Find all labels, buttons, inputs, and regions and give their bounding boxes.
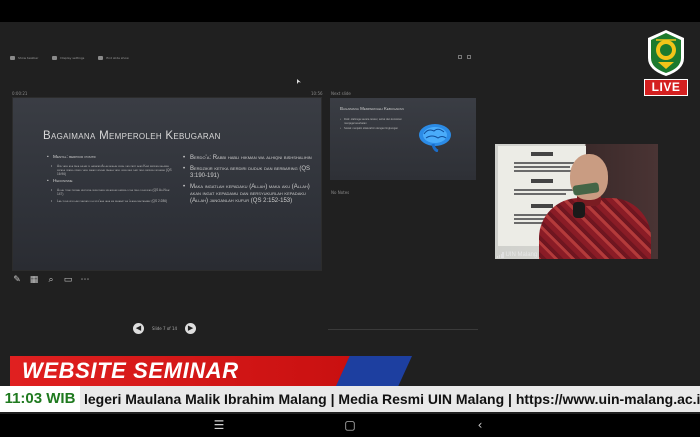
home-icon[interactable]: ▢	[340, 418, 360, 432]
notes-area[interactable]	[328, 196, 480, 332]
webcam-label: UIN Malang	[497, 252, 537, 258]
news-ticker: 11:03 WIB legeri Maulana Malik Ibrahim M…	[0, 386, 700, 412]
slide-tools: ✎ ▦ ⌕ ▭ ⋯	[12, 275, 90, 285]
seminar-banner: WEBSITE SEMINAR	[10, 356, 413, 386]
taskbar-icon	[10, 56, 15, 60]
banner-title: WEBSITE SEMINAR	[22, 358, 239, 383]
slide-left-column: Mental: berpikir positif Apa yang ada pa…	[47, 155, 173, 206]
next-slide-bullets: Fisik: olahraga secara teratur, sehat da…	[340, 118, 410, 133]
divider	[328, 329, 478, 330]
next-slide-bullet: Fisik: olahraga secara teratur, sehat da…	[340, 118, 410, 125]
slide-sub-bullet: Laa yukallifullahu nafsan illa wus'aha l…	[47, 199, 173, 203]
uin-malang-logo	[648, 30, 684, 76]
end-show-icon	[98, 56, 104, 60]
all-slides-icon[interactable]: ▦	[29, 275, 39, 285]
speaker-shirt	[539, 198, 651, 259]
back-icon[interactable]: ‹	[470, 418, 490, 432]
recent-apps-icon[interactable]: ☰	[209, 418, 229, 432]
screen: Show taskbar Display settings End slide …	[0, 0, 700, 437]
presenter-clock: 10:56	[311, 91, 323, 96]
camera-toggle-icon[interactable]: ▭	[63, 275, 73, 285]
slide-pager: ◀ Slide 7 of 14 ▶	[133, 323, 197, 334]
brain-icon	[419, 124, 451, 152]
slide-sub-bullet: Allah tidak pernah menyiksa seseorang me…	[47, 188, 173, 196]
toolbar-label: Show taskbar	[18, 56, 39, 60]
slide-right-column: Berdo'a: Rabbi habli hikman wa alhiqni b…	[183, 155, 313, 209]
slide-bullet: Hedonisme	[47, 179, 173, 185]
toolbar-end-slide-show[interactable]: End slide show	[98, 56, 129, 60]
slide-bullet: Mental: berpikir positif	[47, 155, 173, 161]
webcam-feed: UIN Malang	[495, 144, 658, 259]
minimize-icon[interactable]	[458, 55, 462, 59]
notes-header: No Notes	[331, 190, 350, 195]
webcam-name: UIN Malang	[505, 252, 538, 258]
slide-title: Bagaimana Memperoleh Kebugaran	[43, 130, 221, 142]
slide-sub-bullet: Apa yang ada pada kalian di hadapan Alla…	[47, 164, 173, 177]
slide-bullet: Berdzikir ketika berdiri duduk dan berba…	[183, 166, 313, 180]
slide-bullet: Maka ingatlah kepadaku (Allah) maka aku …	[183, 184, 313, 205]
android-nav-bar: ☰ ▢ ‹	[0, 414, 700, 437]
presenter-toolbar: Show taskbar Display settings End slide …	[10, 52, 129, 64]
window-controls	[458, 55, 471, 59]
live-badge: LIVE	[644, 79, 688, 96]
next-slide-preview[interactable]: Bagaimana Memperoleh Kebugaran Fisik: ol…	[330, 98, 476, 180]
next-slide-header: Next slide	[331, 91, 351, 96]
toolbar-show-taskbar[interactable]: Show taskbar	[10, 56, 38, 60]
signal-bars-icon	[497, 252, 504, 258]
more-options-icon[interactable]: ⋯	[80, 275, 90, 285]
maximize-icon[interactable]	[467, 55, 471, 59]
microphone	[573, 202, 585, 218]
previous-slide-button[interactable]: ◀	[133, 323, 144, 334]
broadcast-time: 11:03 WIB	[0, 386, 80, 412]
next-slide-button[interactable]: ▶	[185, 323, 197, 334]
ticker-text: legeri Maulana Malik Ibrahim Malang | Me…	[84, 391, 700, 407]
next-slide-bullet: Sosial: menjalin silaturahim dengan ling…	[340, 127, 410, 131]
next-slide-title: Bagaimana Memperoleh Kebugaran	[340, 106, 404, 111]
zoom-icon[interactable]: ⌕	[46, 275, 56, 285]
slide-bullet: Berdo'a: Rabbi habli hikman wa alhiqni b…	[183, 155, 313, 162]
presenter-timer: 0:00:21	[12, 91, 28, 96]
monitor-icon	[52, 56, 58, 60]
toolbar-label: Display settings	[60, 56, 85, 60]
current-slide: Bagaimana Memperoleh Kebugaran Mental: b…	[13, 98, 321, 270]
slide-counter: Slide 7 of 14	[152, 326, 178, 331]
toolbar-label: End slide show	[106, 56, 129, 60]
pen-icon[interactable]: ✎	[12, 275, 22, 285]
toolbar-display-settings[interactable]: Display settings	[52, 56, 84, 60]
